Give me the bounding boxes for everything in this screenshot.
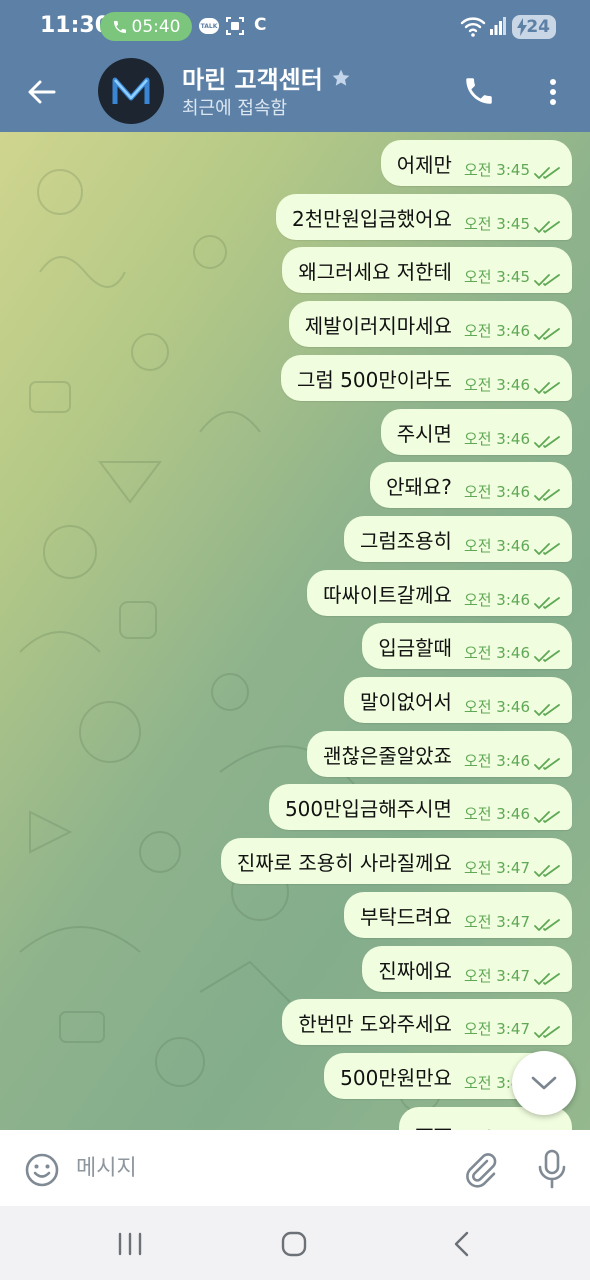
message-meta: 오전 3:45 (464, 213, 560, 234)
message-bubble[interactable]: 괜찮은줄알았죠 오전 3:46 (307, 731, 572, 777)
message-time: 오전 3:46 (463, 590, 530, 609)
message-time: 오전 3:46 (463, 375, 530, 394)
message-text: 따싸이트갈께요 (323, 582, 452, 607)
message-text: ㅜㅜ (415, 1116, 452, 1131)
microphone-icon[interactable] (536, 1148, 568, 1190)
message-time: 오전 3:45 (463, 267, 530, 286)
message-time: 오전 3:47 (463, 858, 530, 877)
message-time: 오전 3:47 (463, 1019, 530, 1038)
message-time: 오전 3:46 (463, 804, 530, 823)
message-meta: 오전 3:46 (464, 428, 560, 449)
message-text: 왜그러세요 저한테 (298, 259, 452, 284)
home-icon[interactable] (280, 1230, 308, 1258)
message-time: 오전 3:46 (463, 429, 530, 448)
message-bubble[interactable]: 진짜에요 오전 3:47 (362, 946, 572, 992)
message-meta: 오전 3:45 (464, 266, 560, 287)
message-meta: 오전 3:46 (464, 320, 560, 341)
system-navigation-bar (0, 1206, 590, 1280)
double-check-icon (534, 166, 560, 179)
scroll-to-bottom-button[interactable] (512, 1051, 576, 1115)
message-meta: 오전 3:47 (464, 965, 560, 986)
double-check-icon (534, 918, 560, 931)
message-bubble[interactable]: 그럼 500만이라도 오전 3:46 (281, 355, 572, 401)
message-text: 진짜로 조용히 사라질께요 (236, 850, 452, 875)
message-bubble[interactable]: 따싸이트갈께요 오전 3:46 (307, 570, 572, 616)
message-time: 오전 3:47 (463, 966, 530, 985)
message-meta: 오전 3:46 (464, 642, 560, 663)
message-time: 오전 3:45 (463, 160, 530, 179)
double-check-icon (534, 810, 560, 823)
message-input-bar (0, 1130, 590, 1206)
double-check-icon (534, 864, 560, 877)
message-meta: 오전 3:46 (464, 374, 560, 395)
double-check-icon (534, 1025, 560, 1038)
message-text: 말이없어서 (359, 689, 452, 714)
message-text: 괜찮은줄알았죠 (323, 743, 452, 768)
message-time: 오전 3:45 (463, 214, 530, 233)
message-text: 입금할때 (378, 635, 452, 660)
message-bubble[interactable]: 2천만원입금했어요 오전 3:45 (276, 194, 572, 240)
message-text: 어제만 (396, 152, 452, 177)
message-text: 그럼조용히 (359, 528, 452, 553)
paperclip-icon[interactable] (460, 1148, 500, 1188)
double-check-icon (534, 757, 560, 770)
double-check-icon (534, 381, 560, 394)
message-bubble[interactable]: 한번만 도와주세요 오전 3:47 (282, 999, 572, 1045)
message-text: 한번만 도와주세요 (298, 1011, 452, 1036)
message-text: 안돼요? (386, 474, 452, 499)
double-check-icon (534, 703, 560, 716)
message-bubble[interactable]: 어제만 오전 3:45 (380, 140, 572, 186)
message-bubble[interactable]: 500만입금해주시면 오전 3:46 (268, 784, 572, 830)
message-time: 오전 3:46 (463, 321, 530, 340)
message-meta: 오전 3:47 (464, 911, 560, 932)
message-bubble[interactable]: 말이없어서 오전 3:46 (343, 677, 572, 723)
message-meta: 오전 3:46 (464, 481, 560, 502)
message-meta: 오전 3:46 (464, 803, 560, 824)
message-time: 오전 3:46 (463, 536, 530, 555)
message-text: 500만입금해주시면 (284, 796, 452, 821)
message-time: 오전 3:46 (463, 697, 530, 716)
double-check-icon (534, 596, 560, 609)
double-check-icon (534, 220, 560, 233)
message-text: 2천만원입금했어요 (292, 206, 452, 231)
double-check-icon (534, 488, 560, 501)
system-back-icon[interactable] (450, 1230, 472, 1258)
message-meta: 오전 3:46 (464, 696, 560, 717)
double-check-icon (534, 435, 560, 448)
messages-layer: 어제만 오전 3:45 2천만원입금했어요 오전 3:45 왜그러세요 저한테 오전 3:… (0, 0, 590, 1130)
message-text: 부탁드려요 (359, 904, 452, 929)
message-bubble[interactable]: 입금할때 오전 3:46 (362, 623, 572, 669)
message-bubble[interactable]: 부탁드려요 오전 3:47 (343, 892, 572, 938)
double-check-icon (534, 542, 560, 555)
message-bubble[interactable]: 제발이러지마세요 오전 3:46 (288, 301, 572, 347)
message-bubble[interactable]: 안돼요? 오전 3:46 (370, 462, 572, 508)
message-time: 오전 3:46 (463, 643, 530, 662)
message-text: 진짜에요 (378, 958, 452, 983)
message-time: 오전 3:47 (463, 912, 530, 931)
recent-apps-icon[interactable] (116, 1232, 144, 1256)
message-bubble[interactable]: 진짜로 조용히 사라질께요 오전 3:47 (220, 838, 572, 884)
emoji-icon[interactable] (24, 1152, 60, 1188)
message-meta: 오전 3:45 (464, 159, 560, 180)
message-bubble[interactable]: 그럼조용히 오전 3:46 (343, 516, 572, 562)
message-bubble[interactable]: 왜그러세요 저한테 오전 3:45 (282, 247, 572, 293)
message-meta: 오전 3:47 (464, 857, 560, 878)
double-check-icon (534, 649, 560, 662)
double-check-icon (534, 327, 560, 340)
message-input[interactable] (76, 1146, 436, 1190)
message-time: 오전 3:46 (463, 482, 530, 501)
double-check-icon (534, 972, 560, 985)
message-text: 제발이러지마세요 (304, 313, 452, 338)
chevron-down-icon (531, 1076, 557, 1090)
message-meta: 오전 3:46 (464, 535, 560, 556)
message-text: 주시면 (396, 421, 452, 446)
message-text: 그럼 500만이라도 (297, 367, 452, 392)
message-time: 오전 3:46 (463, 751, 530, 770)
message-text: 500만원만요 (340, 1065, 452, 1090)
message-meta: 오전 3:46 (464, 589, 560, 610)
double-check-icon (534, 273, 560, 286)
message-meta: 오전 3:46 (464, 750, 560, 771)
message-bubble[interactable]: 주시면 오전 3:46 (380, 409, 572, 455)
message-meta: 오전 3:47 (464, 1018, 560, 1039)
